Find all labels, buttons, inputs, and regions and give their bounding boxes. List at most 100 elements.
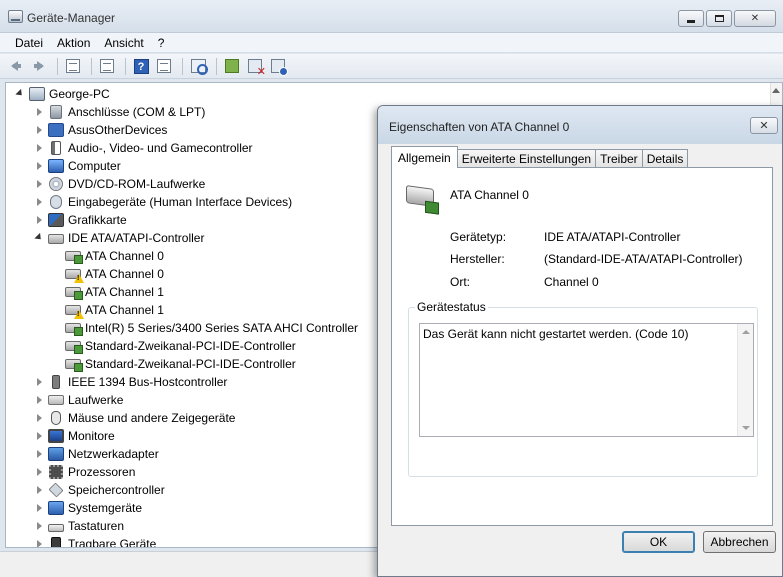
device-status-title: Gerätestatus (415, 300, 488, 314)
tree-device-item[interactable]: Intel(R) 5 Series/3400 Series SATA AHCI … (52, 319, 358, 337)
prop-value: IDE ATA/ATAPI-Controller (544, 230, 681, 244)
close-icon: ✕ (759, 120, 769, 132)
maximize-icon (714, 15, 724, 22)
collapsed-arrow-icon[interactable] (35, 449, 44, 459)
collapsed-arrow-icon[interactable] (35, 485, 44, 495)
storage-device-icon (48, 482, 64, 498)
dialog-close-button[interactable]: ✕ (750, 117, 778, 134)
tree-device-item[interactable]: ATA Channel 0 (52, 265, 164, 283)
tree-device-item[interactable]: ATA Channel 1 (52, 301, 164, 319)
ide-ch-device-icon (65, 341, 83, 354)
fw-device-icon (52, 375, 60, 389)
disable-button[interactable] (268, 57, 288, 76)
scroll-up-icon (772, 88, 780, 93)
tree-item-label: Netzwerkadapter (68, 447, 159, 461)
menu-help[interactable]: ? (151, 36, 172, 50)
tree-category[interactable]: Speichercontroller (35, 481, 165, 499)
net-device-icon (48, 447, 64, 461)
tree-category[interactable]: Grafikkarte (35, 211, 127, 229)
tab-allgemein[interactable]: Allgemein (391, 146, 458, 168)
tree-category[interactable]: Prozessoren (35, 463, 135, 481)
forward-button[interactable] (29, 57, 49, 76)
tree-category[interactable]: Anschlüsse (COM & LPT) (35, 103, 205, 121)
cancel-button[interactable]: Abbrechen (703, 531, 776, 553)
menu-ansicht[interactable]: Ansicht (97, 36, 150, 50)
collapsed-arrow-icon[interactable] (35, 377, 44, 387)
tree-category[interactable]: IEEE 1394 Bus-Hostcontroller (35, 373, 227, 391)
tree-category[interactable]: Systemgeräte (35, 499, 142, 517)
close-icon: ✕ (750, 13, 760, 24)
tree-category[interactable]: Audio-, Video- und Gamecontroller (35, 139, 253, 157)
tree-item-label: Anschlüsse (COM & LPT) (68, 105, 206, 119)
collapsed-arrow-icon[interactable] (35, 467, 44, 477)
collapsed-arrow-icon[interactable] (35, 395, 44, 405)
device-manager-icon (8, 10, 23, 23)
tree-category[interactable]: Computer (35, 157, 121, 175)
tree-item-label: IDE ATA/ATAPI-Controller (68, 231, 205, 245)
ok-button[interactable]: OK (622, 531, 695, 553)
tree-category[interactable]: Laufwerke (35, 391, 123, 409)
tree-device-item[interactable]: Standard-Zweikanal-PCI-IDE-Controller (52, 355, 296, 373)
sys-device-icon (48, 501, 64, 515)
status-scrollbar[interactable] (737, 324, 753, 436)
gpu-device-icon (48, 213, 64, 227)
properties-button[interactable] (97, 57, 117, 76)
back-icon (8, 60, 24, 72)
tree-category[interactable]: Mäuse und andere Zeigegeräte (35, 409, 235, 427)
portable-device-icon (51, 537, 61, 547)
device-status-textbox[interactable]: Das Gerät kann nicht gestartet werden. (… (419, 323, 754, 437)
collapsed-arrow-icon[interactable] (35, 431, 44, 441)
collapsed-arrow-icon[interactable] (35, 215, 44, 225)
back-button[interactable] (6, 57, 26, 76)
kbd-device-icon (48, 523, 64, 532)
ide-warn-device-icon (65, 305, 84, 319)
update-driver-button[interactable] (222, 57, 242, 76)
collapsed-arrow-icon[interactable] (35, 503, 44, 513)
collapsed-arrow-icon[interactable] (35, 539, 44, 547)
misc-device-icon (48, 123, 64, 137)
show-hide-console-tree-button[interactable] (63, 57, 83, 76)
tree-category[interactable]: Monitore (35, 427, 115, 445)
tree-category[interactable]: DVD/CD-ROM-Laufwerke (35, 175, 205, 193)
tree-category[interactable]: Tragbare Geräte (35, 535, 156, 547)
menu-datei[interactable]: Datei (8, 36, 50, 50)
ide-ch-device-icon (65, 251, 83, 264)
maximize-button[interactable] (706, 10, 732, 27)
ide-ch-device-icon (65, 287, 83, 300)
ide-ch-device-icon (65, 323, 83, 336)
collapsed-arrow-icon[interactable] (35, 107, 44, 117)
collapsed-arrow-icon[interactable] (35, 125, 44, 135)
tree-item-label: ATA Channel 1 (85, 285, 164, 299)
tree-device-item[interactable]: Standard-Zweikanal-PCI-IDE-Controller (52, 337, 296, 355)
tree-category[interactable]: AsusOtherDevices (35, 121, 167, 139)
collapsed-arrow-icon[interactable] (35, 161, 44, 171)
tab-details[interactable]: Details (641, 149, 689, 168)
tab-erweiterte-einstellungen[interactable]: Erweiterte Einstellungen (456, 149, 597, 168)
close-button[interactable]: ✕ (734, 10, 776, 27)
action-pane-button[interactable] (154, 57, 174, 76)
tree-root-computer[interactable]: George-PC (16, 85, 110, 103)
collapsed-arrow-icon[interactable] (35, 521, 44, 531)
uninstall-button[interactable] (245, 57, 266, 78)
tree-category[interactable]: Netzwerkadapter (35, 445, 159, 463)
tree-category[interactable]: Eingabegeräte (Human Interface Devices) (35, 193, 292, 211)
collapsed-arrow-icon[interactable] (35, 197, 44, 207)
collapsed-arrow-icon[interactable] (35, 413, 44, 423)
hid-device-icon (50, 195, 62, 209)
tree-category[interactable]: IDE ATA/ATAPI-Controller (35, 229, 204, 247)
menu-aktion[interactable]: Aktion (50, 36, 97, 50)
expanded-arrow-icon[interactable] (35, 234, 44, 243)
collapsed-arrow-icon[interactable] (35, 143, 44, 153)
help-button[interactable]: ? (131, 57, 151, 76)
tree-device-item[interactable]: ATA Channel 0 (52, 247, 164, 265)
minimize-button[interactable] (678, 10, 704, 27)
dialog-title-bar: Eigenschaften von ATA Channel 0 ✕ (378, 106, 782, 144)
tree-device-item[interactable]: ATA Channel 1 (52, 283, 164, 301)
tab-treiber[interactable]: Treiber (595, 149, 643, 168)
tree-item-label: Mäuse und andere Zeigegeräte (68, 411, 236, 425)
collapsed-arrow-icon[interactable] (35, 179, 44, 189)
tree-item-label: Systemgeräte (68, 501, 143, 515)
scan-hardware-button[interactable] (188, 57, 208, 76)
tree-category[interactable]: Tastaturen (35, 517, 124, 535)
expanded-arrow-icon[interactable] (16, 90, 25, 99)
